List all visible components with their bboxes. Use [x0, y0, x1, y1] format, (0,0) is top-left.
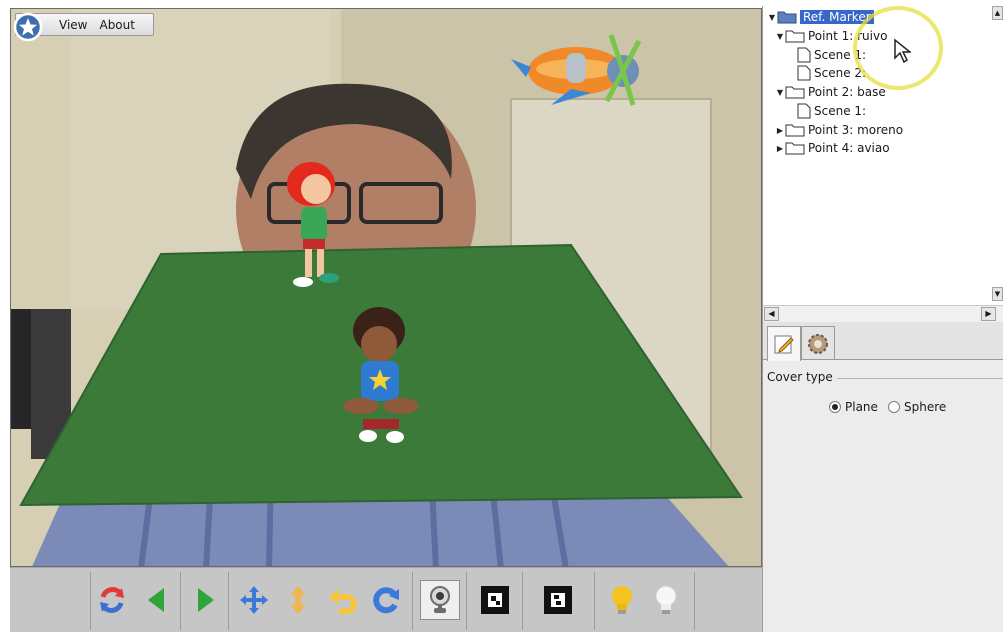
- group-divider: [835, 378, 1003, 379]
- expand-arrow-icon[interactable]: ▶: [775, 126, 785, 135]
- scroll-down-button[interactable]: ▼: [992, 287, 1003, 301]
- radio-plane-label: Plane: [845, 400, 878, 414]
- vertical-move-icon: [290, 586, 306, 614]
- refresh-icon: [100, 587, 124, 613]
- arrow-left-icon: [148, 588, 164, 612]
- vertical-move-button[interactable]: [278, 580, 318, 620]
- move-icon: [240, 586, 268, 614]
- cover-type-label: Cover type: [767, 370, 837, 384]
- document-icon: [797, 103, 811, 119]
- tree-item-label: Point 3: moreno: [808, 123, 904, 137]
- toolbar-separator: [180, 572, 181, 630]
- folder-icon: [785, 142, 805, 155]
- next-button[interactable]: [185, 580, 225, 620]
- undo-icon: [329, 589, 357, 614]
- redo-button[interactable]: [366, 580, 406, 620]
- toolbar-separator: [90, 572, 91, 630]
- tree-item-point-2[interactable]: ▼ Point 2: base: [775, 83, 886, 101]
- scroll-left-button[interactable]: ◀: [764, 307, 779, 321]
- tab-settings[interactable]: [801, 326, 835, 360]
- radio-plane[interactable]: Plane: [829, 400, 878, 414]
- tree-item-label: Point 2: base: [808, 85, 886, 99]
- tree-root[interactable]: ▼ Ref. Marker: [767, 8, 874, 26]
- marker-1-button[interactable]: [475, 580, 515, 620]
- document-icon: [797, 47, 811, 63]
- undo-button[interactable]: [322, 580, 362, 620]
- expand-arrow-icon[interactable]: ▶: [775, 144, 785, 153]
- tree-item-label: Point 4: aviao: [808, 141, 890, 155]
- scroll-right-button[interactable]: ▶: [981, 307, 996, 321]
- webcam-icon: [430, 586, 450, 613]
- light-off-icon: [655, 585, 677, 614]
- light-on-icon: [612, 586, 632, 614]
- collapse-arrow-icon[interactable]: ▼: [775, 32, 785, 41]
- folder-icon: [785, 86, 805, 99]
- app-logo-icon[interactable]: [13, 12, 43, 42]
- toolbar-separator: [594, 572, 595, 630]
- document-icon: [797, 65, 811, 81]
- scroll-up-button[interactable]: ▲: [992, 6, 1003, 20]
- tree-item-point-3[interactable]: ▶ Point 3: moreno: [775, 121, 903, 139]
- cover-type-group: Cover type Plane Sphere: [767, 370, 1003, 440]
- properties-panel: Cover type Plane Sphere: [762, 322, 1003, 632]
- folder-icon: [785, 30, 805, 43]
- ar-viewport[interactable]: View About: [10, 8, 762, 567]
- radio-sphere[interactable]: Sphere: [888, 400, 946, 414]
- top-menu-bar: View About: [13, 12, 154, 41]
- light-off-button[interactable]: [646, 580, 686, 620]
- arrow-right-icon: [198, 588, 214, 612]
- folder-icon: [785, 124, 805, 137]
- radio-unselected-icon[interactable]: [888, 401, 900, 413]
- horizontal-scrollbar[interactable]: ◀ ▶: [763, 305, 1003, 322]
- marker-1-icon: [481, 586, 509, 614]
- tree-item-label: Scene 1:: [814, 104, 867, 118]
- collapse-arrow-icon[interactable]: ▼: [775, 88, 785, 97]
- webcam-button[interactable]: [420, 580, 460, 620]
- refresh-button[interactable]: [92, 580, 132, 620]
- collapse-arrow-icon[interactable]: ▼: [767, 13, 777, 22]
- mouse-pointer-icon: [894, 38, 911, 64]
- bottom-toolbar: [10, 567, 762, 632]
- toolbar-separator: [522, 572, 523, 630]
- radio-selected-icon[interactable]: [829, 401, 841, 413]
- radio-sphere-label: Sphere: [904, 400, 947, 414]
- menu-view[interactable]: View: [53, 18, 93, 32]
- gear-icon: [808, 333, 828, 354]
- tree-item-scene[interactable]: Scene 2:: [797, 64, 866, 82]
- toolbar-separator: [412, 572, 413, 630]
- toolbar-separator: [228, 572, 229, 630]
- light-on-button[interactable]: [602, 580, 642, 620]
- previous-button[interactable]: [137, 580, 177, 620]
- move-button[interactable]: [234, 580, 274, 620]
- tree-item-point-4[interactable]: ▶ Point 4: aviao: [775, 139, 890, 157]
- redo-icon: [373, 587, 399, 614]
- marker-2-icon: [544, 586, 572, 614]
- edit-icon: [774, 335, 794, 354]
- toolbar-separator: [466, 572, 467, 630]
- properties-tabs: [763, 322, 1003, 361]
- camera-scene: [11, 9, 761, 566]
- toolbar-separator: [694, 572, 695, 630]
- marker-2-button[interactable]: [538, 580, 578, 620]
- folder-icon: [777, 11, 797, 24]
- tab-edit[interactable]: [767, 326, 801, 361]
- menu-about[interactable]: About: [93, 18, 140, 32]
- tree-item-scene[interactable]: Scene 1:: [797, 102, 866, 120]
